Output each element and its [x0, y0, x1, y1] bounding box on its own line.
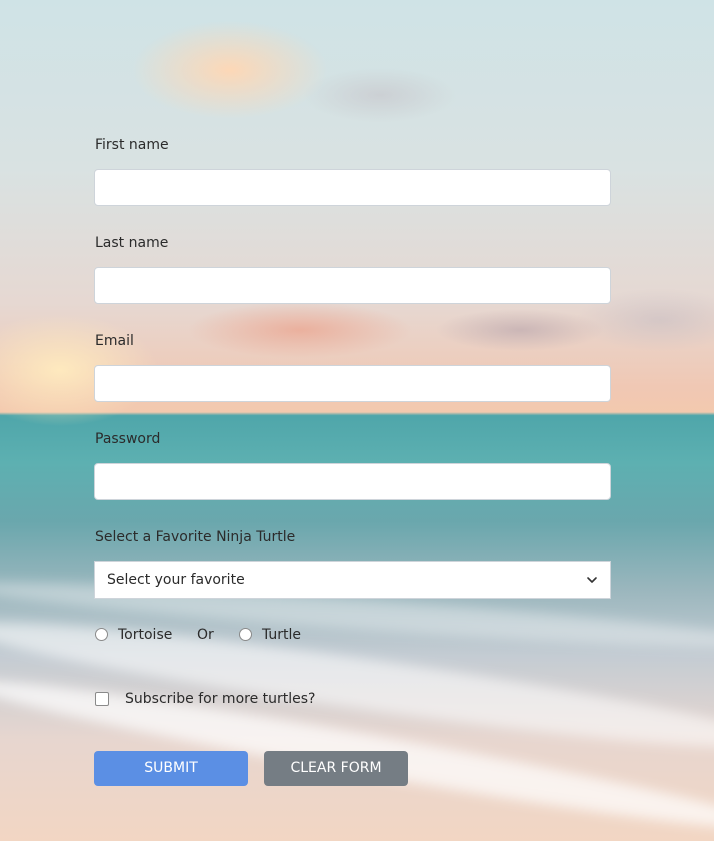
password-label: Password	[95, 431, 161, 447]
chevron-down-icon	[587, 577, 597, 583]
radio-tortoise-label: Tortoise	[118, 627, 173, 643]
first-name-label: First name	[95, 137, 169, 153]
favorite-turtle-select[interactable]: Select your favorite	[94, 561, 611, 599]
first-name-input[interactable]	[94, 169, 611, 206]
favorite-turtle-selected: Select your favorite	[107, 572, 245, 588]
subscribe-checkbox[interactable]	[95, 692, 109, 706]
clear-form-button[interactable]: CLEAR FORM	[264, 751, 408, 786]
email-input[interactable]	[94, 365, 611, 402]
last-name-input[interactable]	[94, 267, 611, 304]
beach-background	[0, 0, 714, 846]
favorite-turtle-label: Select a Favorite Ninja Turtle	[95, 529, 296, 545]
password-input[interactable]	[94, 463, 611, 500]
radio-turtle[interactable]	[239, 628, 252, 641]
email-label: Email	[95, 333, 134, 349]
last-name-label: Last name	[95, 235, 169, 251]
subscribe-label: Subscribe for more turtles?	[125, 691, 316, 707]
radio-tortoise[interactable]	[95, 628, 108, 641]
submit-button[interactable]: SUBMIT	[94, 751, 248, 786]
radio-separator: Or	[197, 627, 214, 643]
radio-turtle-label: Turtle	[262, 627, 302, 643]
